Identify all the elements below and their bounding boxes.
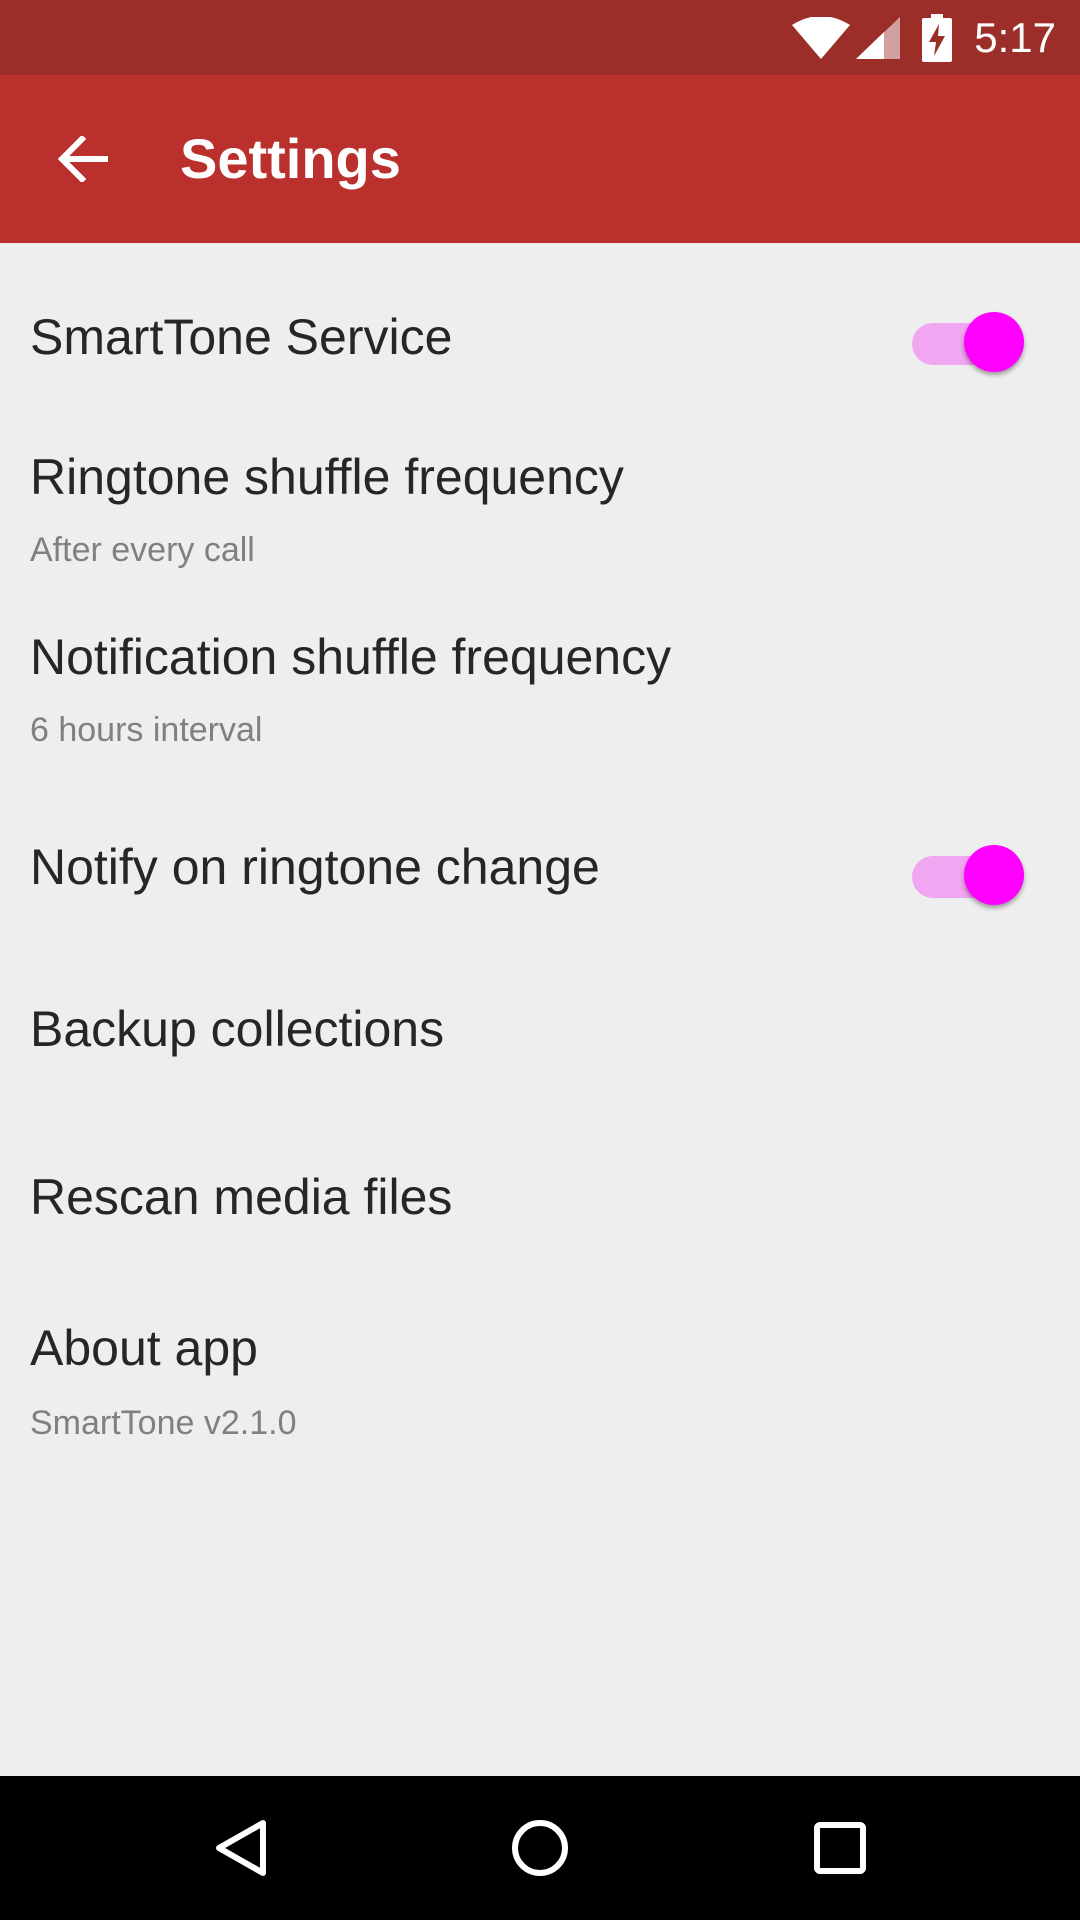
setting-title: Ringtone shuffle frequency bbox=[30, 449, 624, 505]
setting-notify-ringtone-change[interactable]: Notify on ringtone change bbox=[0, 743, 1080, 915]
app-bar: Settings bbox=[0, 75, 1080, 243]
setting-title: SmartTone Service bbox=[30, 309, 453, 365]
back-triangle-icon bbox=[213, 1819, 267, 1877]
arrow-back-icon bbox=[58, 136, 110, 182]
nav-home-button[interactable] bbox=[490, 1798, 590, 1898]
status-bar: 5:17 bbox=[0, 0, 1080, 75]
cell-signal-icon bbox=[856, 16, 901, 59]
setting-title: Rescan media files bbox=[30, 1169, 453, 1225]
setting-title: Notify on ringtone change bbox=[30, 839, 600, 895]
setting-summary: SmartTone v2.1.0 bbox=[30, 1404, 297, 1442]
battery-charging-icon bbox=[922, 13, 953, 62]
navigation-bar bbox=[0, 1776, 1080, 1920]
switch-thumb bbox=[964, 845, 1024, 905]
recents-square-icon bbox=[814, 1822, 866, 1874]
setting-rescan-media-files[interactable]: Rescan media files bbox=[0, 1083, 1080, 1251]
setting-title: About app bbox=[30, 1320, 258, 1376]
setting-smarttone-service[interactable]: SmartTone Service bbox=[0, 243, 1080, 383]
smarttone-service-switch[interactable] bbox=[912, 305, 1024, 372]
notify-ringtone-change-switch[interactable] bbox=[912, 838, 1024, 905]
nav-recents-button[interactable] bbox=[790, 1798, 890, 1898]
page-title: Settings bbox=[180, 127, 401, 190]
setting-about-app[interactable]: About app SmartTone v2.1.0 bbox=[0, 1251, 1080, 1442]
setting-notification-shuffle-frequency[interactable]: Notification shuffle frequency 6 hours i… bbox=[0, 563, 1080, 749]
status-time: 5:17 bbox=[974, 13, 1056, 61]
setting-title: Backup collections bbox=[30, 1001, 445, 1057]
setting-backup-collections[interactable]: Backup collections bbox=[0, 915, 1080, 1083]
wifi-icon bbox=[792, 16, 851, 59]
nav-back-button[interactable] bbox=[190, 1798, 290, 1898]
status-icons: 5:17 bbox=[792, 0, 1080, 75]
setting-title: Notification shuffle frequency bbox=[30, 629, 672, 685]
home-circle-icon bbox=[511, 1819, 569, 1877]
setting-ringtone-shuffle-frequency[interactable]: Ringtone shuffle frequency After every c… bbox=[0, 383, 1080, 569]
switch-thumb bbox=[964, 312, 1024, 372]
back-button[interactable] bbox=[34, 113, 134, 205]
